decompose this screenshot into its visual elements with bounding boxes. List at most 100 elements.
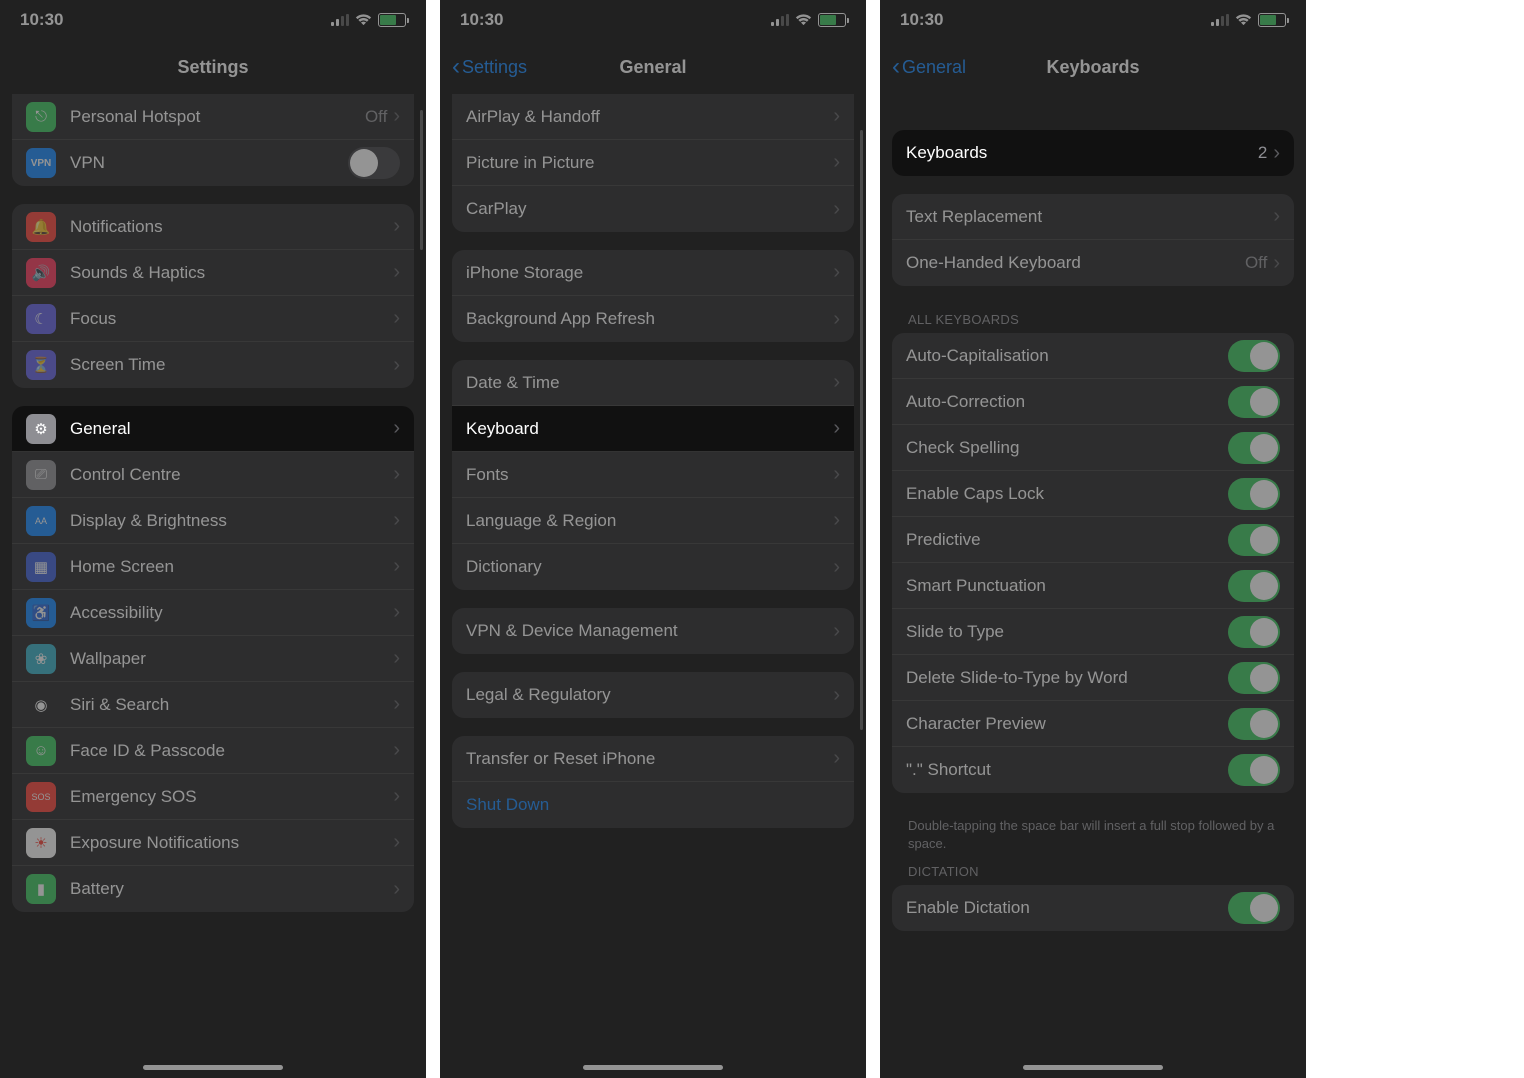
- group-keyboards-count: Keyboards 2 ›: [892, 130, 1294, 176]
- chevron-right-icon: ›: [393, 463, 400, 486]
- row-carplay[interactable]: CarPlay›: [452, 186, 854, 232]
- chevron-right-icon: ›: [833, 463, 840, 486]
- home-indicator[interactable]: [143, 1065, 283, 1070]
- keyboards-list[interactable]: Keyboards 2 › Text Replacement›One-Hande…: [880, 94, 1306, 1078]
- chevron-right-icon: ›: [833, 747, 840, 770]
- toggle[interactable]: [1228, 708, 1280, 740]
- home-indicator[interactable]: [1023, 1065, 1163, 1070]
- row-accessibility[interactable]: ♿Accessibility›: [12, 590, 414, 636]
- row-label: Predictive: [906, 530, 1228, 550]
- row-one-handed-keyboard[interactable]: One-Handed KeyboardOff›: [892, 240, 1294, 286]
- row-vpn[interactable]: VPN VPN: [12, 140, 414, 186]
- row-label: Transfer or Reset iPhone: [466, 749, 833, 769]
- toggle[interactable]: [1228, 386, 1280, 418]
- row-sounds-haptics[interactable]: 🔊Sounds & Haptics›: [12, 250, 414, 296]
- row-date-time[interactable]: Date & Time›: [452, 360, 854, 406]
- row-label: Wallpaper: [70, 649, 393, 669]
- row-iphone-storage[interactable]: iPhone Storage›: [452, 250, 854, 296]
- row-picture-in-picture[interactable]: Picture in Picture›: [452, 140, 854, 186]
- general-list[interactable]: AirPlay & Handoff›Picture in Picture›Car…: [440, 94, 866, 1078]
- group-keyboard: Date & Time›Keyboard›Fonts›Language & Re…: [452, 360, 854, 590]
- row-exposure-notifications[interactable]: ☀Exposure Notifications›: [12, 820, 414, 866]
- row-label: Picture in Picture: [466, 153, 833, 173]
- row--shortcut[interactable]: "." Shortcut: [892, 747, 1294, 793]
- home-indicator[interactable]: [583, 1065, 723, 1070]
- switches-icon: ⎚: [26, 460, 56, 490]
- row-wallpaper[interactable]: ❀Wallpaper›: [12, 636, 414, 682]
- row-legal-regulatory[interactable]: Legal & Regulatory›: [452, 672, 854, 718]
- settings-list[interactable]: ⎋ Personal Hotspot Off › VPN VPN 🔔Notifi…: [0, 94, 426, 1078]
- row-check-spelling[interactable]: Check Spelling: [892, 425, 1294, 471]
- row-battery[interactable]: ▮Battery›: [12, 866, 414, 912]
- group-connectivity: ⎋ Personal Hotspot Off › VPN VPN: [12, 94, 414, 186]
- accessibility-icon: ♿: [26, 598, 56, 628]
- dictation-toggle[interactable]: [1228, 892, 1280, 924]
- row-airplay-handoff[interactable]: AirPlay & Handoff›: [452, 94, 854, 140]
- wallpaper-icon: ❀: [26, 644, 56, 674]
- page-title: General: [619, 57, 686, 78]
- toggle[interactable]: [1228, 432, 1280, 464]
- toggle[interactable]: [1228, 662, 1280, 694]
- row-label: Face ID & Passcode: [70, 741, 393, 761]
- speaker-icon: 🔊: [26, 258, 56, 288]
- row-text-replacement[interactable]: Text Replacement›: [892, 194, 1294, 240]
- back-button[interactable]: ‹ Settings: [452, 55, 527, 79]
- back-button[interactable]: ‹ General: [892, 55, 966, 79]
- row-label: Screen Time: [70, 355, 393, 375]
- row-general[interactable]: ⚙General›: [12, 406, 414, 452]
- row-focus[interactable]: ☾Focus›: [12, 296, 414, 342]
- row-keyboard[interactable]: Keyboard›: [452, 406, 854, 452]
- scrollbar[interactable]: [860, 130, 863, 730]
- toggle[interactable]: [1228, 478, 1280, 510]
- row-label: Enable Caps Lock: [906, 484, 1228, 504]
- row-auto-capitalisation[interactable]: Auto-Capitalisation: [892, 333, 1294, 379]
- toggle[interactable]: [1228, 340, 1280, 372]
- toggle[interactable]: [1228, 570, 1280, 602]
- row-hotspot[interactable]: ⎋ Personal Hotspot Off ›: [12, 94, 414, 140]
- row-notifications[interactable]: 🔔Notifications›: [12, 204, 414, 250]
- chevron-right-icon: ›: [393, 785, 400, 808]
- chevron-right-icon: ›: [393, 354, 400, 377]
- row-vpn-device-management[interactable]: VPN & Device Management›: [452, 608, 854, 654]
- row-display-brightness[interactable]: AADisplay & Brightness›: [12, 498, 414, 544]
- row-dictionary[interactable]: Dictionary›: [452, 544, 854, 590]
- row-emergency-sos[interactable]: SOSEmergency SOS›: [12, 774, 414, 820]
- toggle[interactable]: [1228, 616, 1280, 648]
- toggle[interactable]: [1228, 754, 1280, 786]
- row-auto-correction[interactable]: Auto-Correction: [892, 379, 1294, 425]
- row-label: Personal Hotspot: [70, 107, 365, 127]
- chevron-right-icon: ›: [1273, 252, 1280, 275]
- row-screen-time[interactable]: ⏳Screen Time›: [12, 342, 414, 388]
- scrollbar[interactable]: [420, 110, 423, 250]
- row-siri-search[interactable]: ◉Siri & Search›: [12, 682, 414, 728]
- row-label: "." Shortcut: [906, 760, 1228, 780]
- section-footer-all: Double-tapping the space bar will insert…: [892, 811, 1294, 856]
- row-transfer-or-reset-iphone[interactable]: Transfer or Reset iPhone›: [452, 736, 854, 782]
- row-slide-to-type[interactable]: Slide to Type: [892, 609, 1294, 655]
- row-background-app-refresh[interactable]: Background App Refresh›: [452, 296, 854, 342]
- chevron-right-icon: ›: [833, 198, 840, 221]
- wifi-icon: [355, 14, 372, 26]
- row-smart-punctuation[interactable]: Smart Punctuation: [892, 563, 1294, 609]
- row-delete-slide-to-type-by-word[interactable]: Delete Slide-to-Type by Word: [892, 655, 1294, 701]
- row-face-id-passcode[interactable]: ☺Face ID & Passcode›: [12, 728, 414, 774]
- row-predictive[interactable]: Predictive: [892, 517, 1294, 563]
- phone-general: 10:30 ‹ Settings General AirPlay & Hando…: [440, 0, 866, 1078]
- row-enable-dictation[interactable]: Enable Dictation: [892, 885, 1294, 931]
- row-label: CarPlay: [466, 199, 833, 219]
- toggle[interactable]: [1228, 524, 1280, 556]
- phone-settings: 10:30 Settings ⎋ Personal Hotspot Off › …: [0, 0, 426, 1078]
- row-keyboards[interactable]: Keyboards 2 ›: [892, 130, 1294, 176]
- row-shut-down[interactable]: Shut Down: [452, 782, 854, 828]
- vpn-toggle[interactable]: [348, 147, 400, 179]
- row-control-centre[interactable]: ⎚Control Centre›: [12, 452, 414, 498]
- row-fonts[interactable]: Fonts›: [452, 452, 854, 498]
- vpn-icon: VPN: [26, 148, 56, 178]
- row-label: Siri & Search: [70, 695, 393, 715]
- row-language-region[interactable]: Language & Region›: [452, 498, 854, 544]
- row-character-preview[interactable]: Character Preview: [892, 701, 1294, 747]
- chevron-right-icon: ›: [393, 261, 400, 284]
- chevron-right-icon: ›: [833, 151, 840, 174]
- row-home-screen[interactable]: ▦Home Screen›: [12, 544, 414, 590]
- row-enable-caps-lock[interactable]: Enable Caps Lock: [892, 471, 1294, 517]
